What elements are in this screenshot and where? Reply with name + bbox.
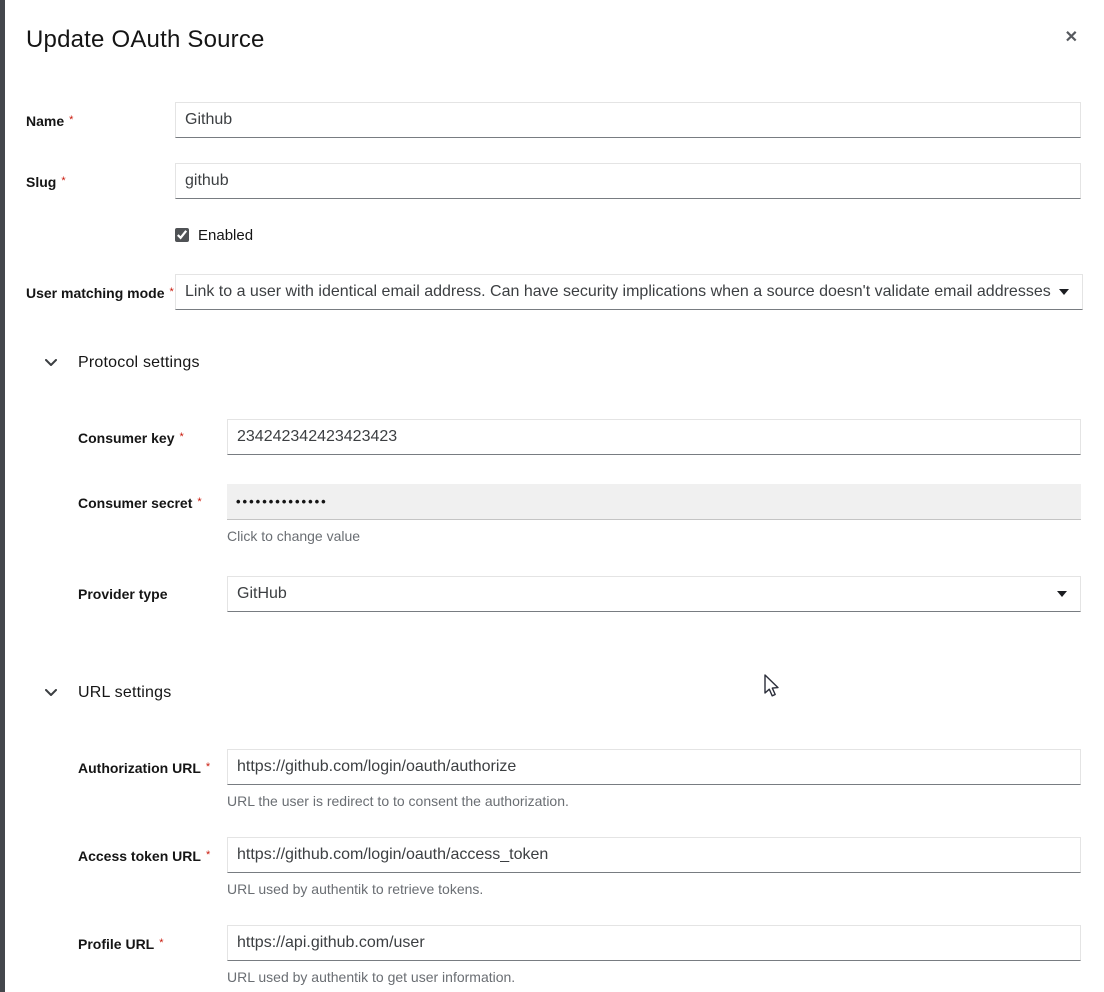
access-token-url-control: URL used by authentik to retrieve tokens…: [227, 837, 1081, 897]
name-label-text: Name: [26, 113, 64, 129]
access-token-url-helper: URL used by authentik to retrieve tokens…: [227, 881, 1081, 897]
chevron-down-icon[interactable]: [44, 356, 58, 370]
enabled-checkbox[interactable]: [175, 228, 189, 242]
oauth-source-form: Name * Slug * Enabled User matching mode * …: [26, 102, 1081, 985]
authorization-url-control: URL the user is redirect to to consent t…: [227, 749, 1081, 809]
consumer-secret-helper: Click to change value: [227, 528, 1081, 544]
user-matching-mode-value: Link to a user with identical email addr…: [185, 283, 1051, 301]
update-oauth-source-modal: Update OAuth Source ✕ Name * Slug * Enable…: [5, 0, 1104, 992]
slug-input[interactable]: [175, 163, 1081, 199]
page-title: Update OAuth Source: [26, 24, 1081, 56]
slug-label: Slug *: [26, 163, 175, 200]
slug-control: [175, 163, 1081, 199]
consumer-secret-control: •••••••••••••• Click to change value: [227, 484, 1081, 544]
authorization-url-helper: URL the user is redirect to to consent t…: [227, 793, 1081, 809]
required-asterisk: *: [179, 431, 183, 443]
caret-down-icon: [1057, 591, 1067, 597]
form-row-profile-url: Profile URL * URL used by authentik to ge…: [78, 925, 1081, 985]
close-icon[interactable]: ✕: [1065, 30, 1078, 46]
required-asterisk: *: [69, 114, 73, 126]
authorization-url-label: Authorization URL *: [78, 749, 227, 786]
form-row-authorization-url: Authorization URL * URL the user is redir…: [78, 749, 1081, 809]
profile-url-label-text: Profile URL: [78, 936, 154, 952]
slug-label-text: Slug: [26, 174, 56, 190]
consumer-key-label: Consumer key *: [78, 419, 227, 456]
required-asterisk: *: [61, 175, 65, 187]
profile-url-control: URL used by authentik to get user inform…: [227, 925, 1081, 985]
chevron-down-icon[interactable]: [44, 686, 58, 700]
name-label: Name *: [26, 102, 175, 139]
modal-header: Update OAuth Source ✕: [26, 24, 1081, 56]
caret-down-icon: [1059, 289, 1069, 295]
provider-type-label-text: Provider type: [78, 586, 167, 602]
form-row-consumer-key: Consumer key *: [78, 419, 1081, 456]
authorization-url-label-text: Authorization URL: [78, 760, 201, 776]
section-header-protocol-settings: Protocol settings: [44, 354, 1081, 372]
consumer-key-label-text: Consumer key: [78, 430, 174, 446]
access-token-url-label: Access token URL *: [78, 837, 227, 874]
consumer-secret-label-text: Consumer secret: [78, 495, 192, 511]
enabled-label: Enabled: [198, 227, 253, 244]
user-matching-mode-select[interactable]: Link to a user with identical email addr…: [175, 274, 1083, 310]
section-body-url-settings: Authorization URL * URL the user is redir…: [78, 749, 1081, 985]
access-token-url-label-text: Access token URL: [78, 848, 201, 864]
form-row-name: Name *: [26, 102, 1081, 139]
required-asterisk: *: [206, 849, 210, 861]
required-asterisk: *: [206, 761, 210, 773]
required-asterisk: *: [197, 496, 201, 508]
consumer-secret-label: Consumer secret *: [78, 484, 227, 521]
profile-url-input[interactable]: [227, 925, 1081, 961]
consumer-secret-masked-input[interactable]: ••••••••••••••: [227, 484, 1081, 520]
provider-type-select[interactable]: GitHub: [227, 576, 1081, 612]
name-input[interactable]: [175, 102, 1081, 138]
form-row-consumer-secret: Consumer secret * •••••••••••••• Click to…: [78, 484, 1081, 544]
provider-type-value: GitHub: [237, 585, 287, 603]
provider-type-label: Provider type: [78, 576, 227, 612]
form-row-user-matching-mode: User matching mode * Link to a user with …: [26, 274, 1081, 311]
access-token-url-input[interactable]: [227, 837, 1081, 873]
profile-url-helper: URL used by authentik to get user inform…: [227, 969, 1081, 985]
user-matching-mode-label-text: User matching mode: [26, 285, 164, 301]
name-control: [175, 102, 1081, 138]
consumer-key-input[interactable]: [227, 419, 1081, 455]
consumer-key-control: [227, 419, 1081, 455]
section-body-protocol-settings: Consumer key * Consumer secret * •••••••••…: [78, 419, 1081, 612]
authorization-url-input[interactable]: [227, 749, 1081, 785]
required-asterisk: *: [159, 937, 163, 949]
form-row-enabled: Enabled: [175, 225, 1081, 245]
required-asterisk: *: [169, 286, 173, 298]
form-row-slug: Slug *: [26, 163, 1081, 200]
section-header-url-settings: URL settings: [44, 684, 1081, 702]
profile-url-label: Profile URL *: [78, 925, 227, 962]
form-row-provider-type: Provider type GitHub: [78, 576, 1081, 612]
provider-type-control: GitHub: [227, 576, 1081, 612]
form-row-access-token-url: Access token URL * URL used by authentik …: [78, 837, 1081, 897]
section-title-protocol-settings: Protocol settings: [78, 354, 200, 372]
section-title-url-settings: URL settings: [78, 684, 171, 702]
user-matching-mode-label: User matching mode *: [26, 274, 175, 311]
user-matching-mode-control: Link to a user with identical email addr…: [175, 274, 1083, 310]
